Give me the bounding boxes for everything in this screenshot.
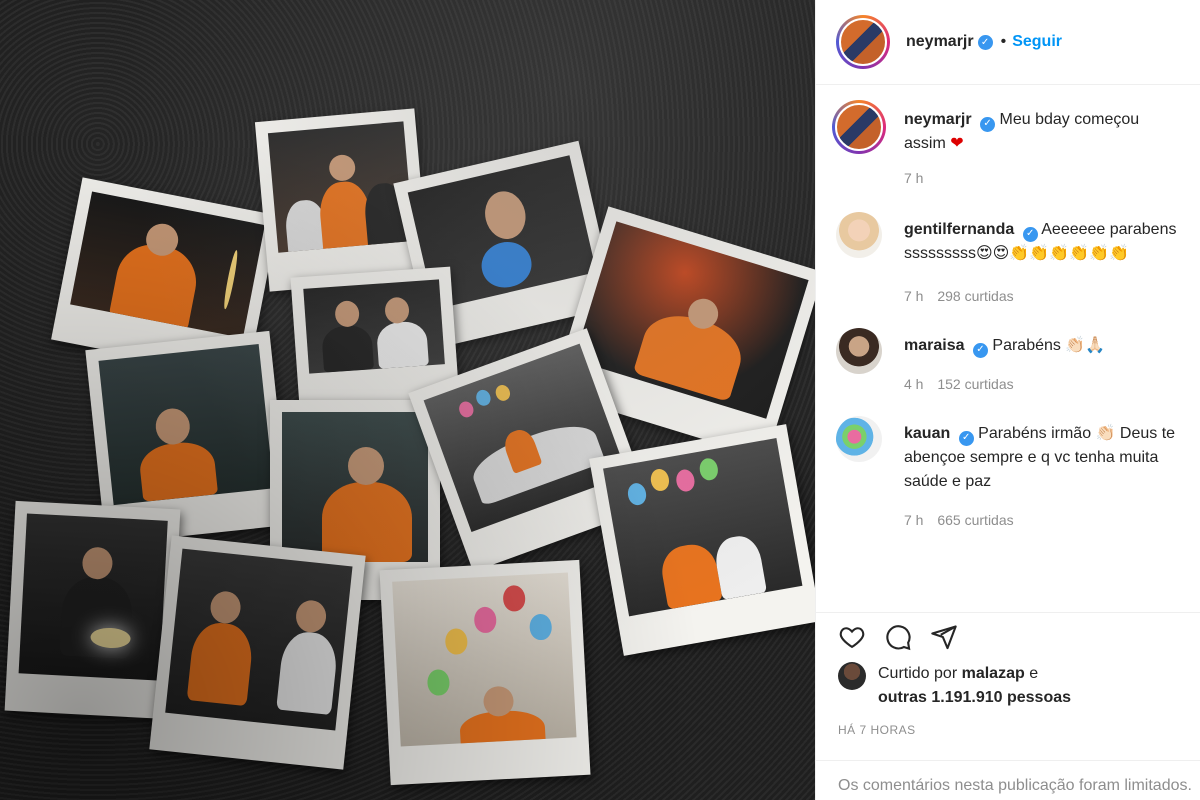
comment-likes[interactable]: 665 curtidas — [937, 512, 1013, 528]
heart-icon[interactable] — [838, 623, 866, 651]
verified-badge-icon: ✓ — [1022, 226, 1038, 242]
caption-avatar[interactable] — [832, 100, 886, 154]
comment-time[interactable]: 4 h — [904, 376, 923, 392]
post-header: neymarjr ✓ • Seguir — [816, 0, 1200, 85]
action-bar — [816, 612, 1200, 660]
comment-time[interactable]: 7 h — [904, 288, 923, 304]
polaroid-photo — [149, 535, 366, 770]
commenter-avatar[interactable] — [836, 212, 882, 258]
commenter-username[interactable]: kauan — [904, 425, 950, 442]
author-username[interactable]: neymarjr — [906, 33, 974, 51]
comments-list: neymarjr ✓ Meu bday começou assim ❤ 7 h … — [816, 100, 1200, 532]
caption-time[interactable]: 7 h — [904, 170, 923, 186]
liker-avatar[interactable] — [838, 662, 866, 690]
verified-badge-icon: ✓ — [972, 342, 988, 358]
liked-by-prefix: Curtido por — [878, 665, 958, 682]
commenter-avatar[interactable] — [836, 416, 882, 462]
share-icon[interactable] — [930, 623, 958, 651]
comment-text: Parabéns 👏🏻🙏🏻 — [992, 337, 1106, 354]
polaroid-photo — [4, 500, 181, 720]
separator-dot: • — [1000, 33, 1007, 50]
commenter-username[interactable]: maraisa — [904, 337, 965, 354]
comment-item: kauan ✓ Parabéns irmão 👏🏻 Deus te abenço… — [816, 416, 1200, 532]
post-sidebar: neymarjr ✓ • Seguir neymarjr ✓ Meu bday … — [815, 0, 1200, 800]
caption: neymarjr ✓ Meu bday começou assim ❤ 7 h — [816, 100, 1200, 190]
liked-by-conj: e — [1029, 665, 1039, 682]
likes-summary: Curtido por malazap e outras 1.191.910 p… — [838, 662, 1071, 710]
comment-item: maraisa ✓ Parabéns 👏🏻🙏🏻 4 h 152 curtidas — [816, 328, 1200, 396]
verified-badge-icon: ✓ — [980, 116, 996, 132]
commenter-username[interactable]: gentilfernanda — [904, 221, 1014, 238]
likes-count[interactable]: outras 1.191.910 pessoas — [878, 689, 1071, 706]
follow-button[interactable]: Seguir — [1012, 33, 1062, 51]
comment-likes[interactable]: 298 curtidas — [937, 288, 1013, 304]
verified-badge-icon: ✓ — [958, 430, 974, 446]
heart-emoji: ❤ — [950, 135, 964, 152]
caption-username[interactable]: neymarjr — [904, 111, 972, 128]
commenter-avatar[interactable] — [836, 328, 882, 374]
comment-time[interactable]: 7 h — [904, 512, 923, 528]
comment-icon[interactable] — [884, 623, 912, 651]
post-image[interactable] — [0, 0, 815, 800]
comments-limited-notice: Os comentários nesta publicação foram li… — [816, 760, 1200, 800]
liker-username[interactable]: malazap — [962, 665, 1025, 682]
polaroid-photo — [379, 559, 591, 786]
post-timestamp[interactable]: HÁ 7 HORAS — [838, 723, 916, 737]
verified-badge-icon: ✓ — [977, 34, 993, 50]
comment-likes[interactable]: 152 curtidas — [937, 376, 1013, 392]
polaroid-photo — [589, 424, 815, 656]
comment-item: gentilfernanda ✓ Aeeeeee parabenssssssss… — [816, 212, 1200, 308]
author-avatar[interactable] — [836, 15, 890, 69]
